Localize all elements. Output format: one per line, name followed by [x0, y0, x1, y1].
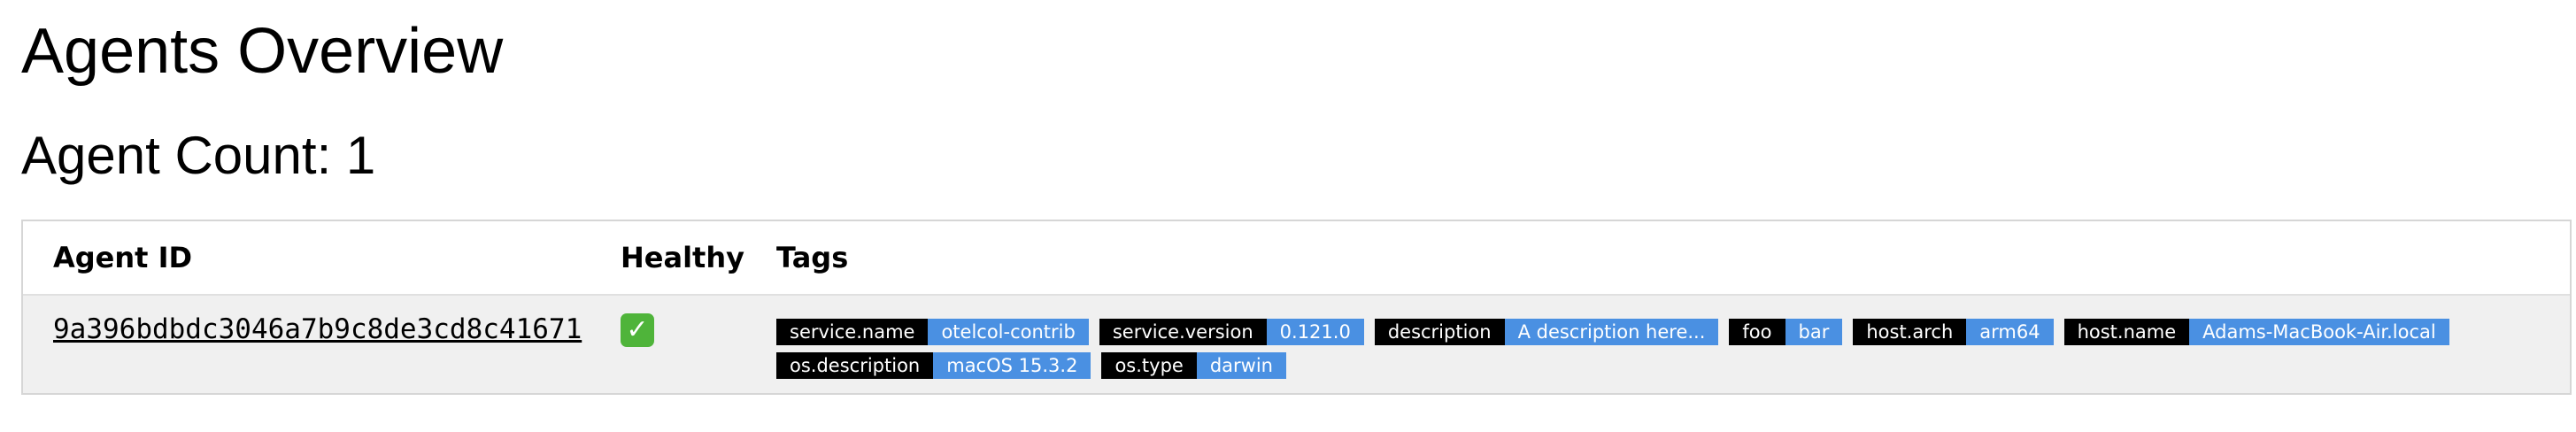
tag-value: 0.121.0	[1266, 319, 1364, 345]
tag-key: host.arch	[1853, 319, 1967, 345]
tag-key: service.name	[776, 319, 929, 345]
tag-value: darwin	[1196, 352, 1286, 379]
tag-service-version: service.version 0.121.0	[1099, 319, 1364, 345]
tag-key: service.version	[1099, 319, 1267, 345]
tag-host-name: host.name Adams-MacBook-Air.local	[2063, 319, 2449, 345]
agent-id-link[interactable]: 9a396bdbdc3046a7b9c8de3cd8c41671	[53, 313, 582, 345]
healthy-cell: ✓	[621, 294, 776, 393]
tag-value: A description here...	[1504, 319, 1719, 345]
tag-value: macOS 15.3.2	[933, 352, 1091, 379]
tag-key: foo	[1729, 319, 1785, 345]
header-healthy: Healthy	[621, 221, 776, 295]
tag-key: host.name	[2063, 319, 2190, 345]
tag-key: description	[1374, 319, 1505, 345]
tag-description: description A description here...	[1374, 319, 1719, 345]
tag-os-description: os.description macOS 15.3.2	[776, 352, 1091, 379]
tag-value: arm64	[1966, 319, 2054, 345]
tag-foo: foo bar	[1729, 319, 1843, 345]
page-title: Agents Overview	[21, 16, 504, 87]
tag-host-arch: host.arch arm64	[1853, 319, 2054, 345]
agents-table: Agent ID Healthy Tags 9a396bdbdc3046a7b9…	[23, 221, 2570, 393]
header-tags: Tags	[776, 221, 2570, 295]
tag-list: service.name otelcol-contrib service.ver…	[776, 319, 2552, 379]
tag-service-name: service.name otelcol-contrib	[776, 319, 1089, 345]
table-header-row: Agent ID Healthy Tags	[23, 221, 2570, 295]
tag-value: otelcol-contrib	[928, 319, 1089, 345]
tag-os-type: os.type darwin	[1101, 352, 1286, 379]
tag-value: bar	[1785, 319, 1843, 345]
agent-id-cell: 9a396bdbdc3046a7b9c8de3cd8c41671	[23, 294, 621, 393]
tag-key: os.description	[776, 352, 934, 379]
check-mark-icon: ✓	[621, 313, 654, 347]
agents-table-container: Agent ID Healthy Tags 9a396bdbdc3046a7b9…	[21, 220, 2572, 395]
tags-cell: service.name otelcol-contrib service.ver…	[776, 294, 2570, 393]
agent-count: Agent Count: 1	[21, 126, 376, 185]
tag-value: Adams-MacBook-Air.local	[2189, 319, 2449, 345]
table-row: 9a396bdbdc3046a7b9c8de3cd8c41671 ✓ servi…	[23, 294, 2570, 393]
page: Agents Overview Agent Count: 1 Agent ID …	[0, 0, 2576, 395]
tag-key: os.type	[1101, 352, 1197, 379]
header-agent-id: Agent ID	[23, 221, 621, 295]
